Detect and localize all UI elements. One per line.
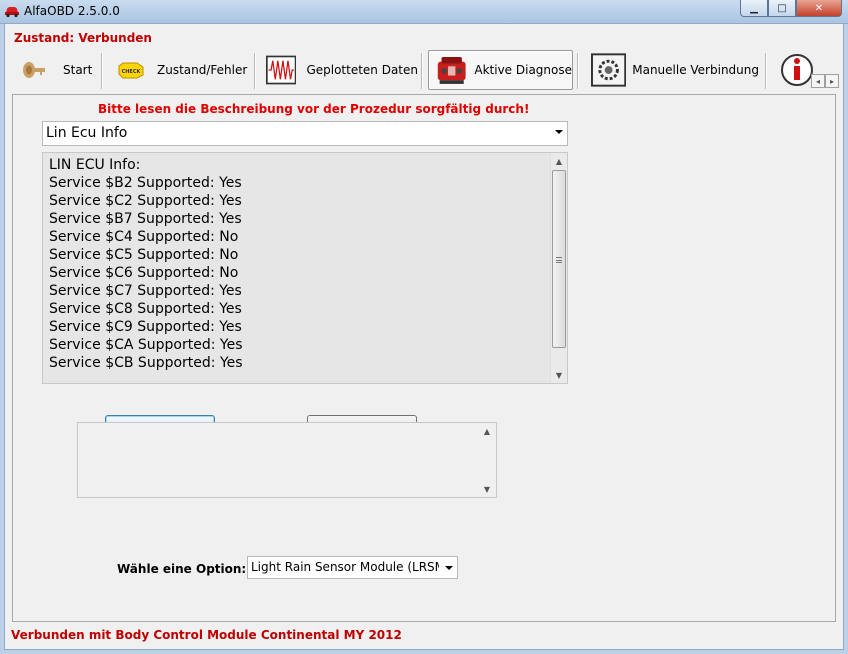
- ecu-info-line: Service $C8 Supported: Yes: [49, 301, 242, 317]
- tab-manuelle-verbindung[interactable]: Manuelle Verbindung: [591, 50, 759, 90]
- car-icon: [5, 7, 19, 18]
- engine-icon: [437, 57, 466, 84]
- ecu-info-line: Service $B7 Supported: Yes: [49, 211, 242, 227]
- connection-status: Zustand: Verbunden: [14, 31, 152, 45]
- tab-start[interactable]: Start: [21, 50, 101, 90]
- tab-zustand-fehler-label: Zustand/Fehler: [157, 63, 248, 77]
- procedure-select[interactable]: Lin Ecu Info: [42, 121, 568, 146]
- scrollbar-thumb[interactable]: [552, 170, 566, 348]
- scroll-down-icon[interactable]: ▼: [479, 481, 495, 497]
- scroll-up-icon[interactable]: ▲: [551, 153, 567, 169]
- ecu-info-output[interactable]: LIN ECU Info: Service $B2 Supported: Yes S…: [42, 152, 568, 384]
- check-badge-text: CHECK: [122, 69, 142, 75]
- ecu-info-line: Service $C5 Supported: No: [49, 247, 239, 263]
- option-label: Wähle eine Option:: [117, 562, 247, 576]
- ecu-info-line: Service $B2 Supported: Yes: [49, 175, 242, 191]
- log-scrollbar[interactable]: ▲ ▼: [479, 423, 496, 497]
- ecu-info-line: LIN ECU Info:: [49, 157, 141, 173]
- procedure-warning: Bitte lesen die Beschreibung vor der Pro…: [98, 102, 530, 116]
- app-client: Zustand: Verbunden Start CHECK Zustand/F…: [4, 24, 844, 650]
- maximize-icon: □: [777, 2, 787, 14]
- option-select-value: Light Rain Sensor Module (LRSM): [251, 560, 439, 574]
- toolbar-scroll-right-button[interactable]: ▸: [825, 74, 839, 88]
- key-icon: [23, 62, 45, 78]
- close-icon: ✕: [814, 2, 824, 14]
- ecu-info-line: Service $C4 Supported: No: [49, 229, 239, 245]
- connected-module-status: Verbunden mit Body Control Module Contin…: [11, 628, 402, 642]
- ecu-info-line: Service $C9 Supported: Yes: [49, 319, 242, 335]
- tab-manuelle-verbindung-label: Manuelle Verbindung: [632, 63, 759, 77]
- gear-icon: [591, 53, 627, 87]
- chevron-down-icon: [555, 130, 563, 134]
- ecu-info-scrollbar[interactable]: ▲ ▼: [550, 153, 567, 383]
- toolbar: Start CHECK Zustand/Fehler Geplotteten D…: [5, 50, 821, 90]
- minimize-button[interactable]: ▁: [740, 0, 768, 17]
- ecu-info-line: Service $C7 Supported: Yes: [49, 283, 242, 299]
- tab-geplotteten-daten[interactable]: Geplotteten Daten: [266, 50, 418, 90]
- tab-info[interactable]: [777, 50, 813, 90]
- ecu-info-line: Service $CB Supported: Yes: [49, 355, 243, 371]
- procedure-select-value: Lin Ecu Info: [46, 125, 128, 141]
- tab-geplotteten-daten-label: Geplotteten Daten: [306, 63, 418, 77]
- procedure-log-output[interactable]: ▲ ▼: [77, 422, 497, 498]
- toolbar-scroll-left-button[interactable]: ◂: [811, 74, 825, 88]
- chevron-left-icon: ◂: [815, 76, 820, 86]
- tab-aktive-diagnose-label: Aktive Diagnose: [474, 63, 572, 77]
- maximize-button[interactable]: □: [768, 0, 796, 17]
- ecu-info-line: Service $CA Supported: Yes: [49, 337, 243, 353]
- minimize-icon: ▁: [750, 2, 758, 14]
- ecu-info-line: Service $C6 Supported: No: [49, 265, 239, 281]
- waveform-icon: [266, 55, 297, 85]
- chevron-down-icon: [445, 566, 453, 570]
- info-icon: [781, 54, 813, 86]
- tab-zustand-fehler[interactable]: CHECK Zustand/Fehler: [117, 50, 253, 90]
- tab-aktive-diagnose[interactable]: Aktive Diagnose: [428, 50, 573, 90]
- title-bar[interactable]: AlfaOBD 2.5.0.0 ▁ □ ✕: [0, 0, 848, 24]
- chevron-right-icon: ▸: [829, 76, 834, 86]
- tab-start-label: Start: [63, 63, 93, 77]
- scroll-up-icon[interactable]: ▲: [479, 423, 495, 439]
- ecu-info-text: LIN ECU Info: Service $B2 Supported: Yes S…: [49, 156, 243, 372]
- window-title: AlfaOBD 2.5.0.0: [24, 4, 120, 18]
- ecu-info-line: Service $C2 Supported: Yes: [49, 193, 242, 209]
- option-select[interactable]: Light Rain Sensor Module (LRSM): [247, 556, 458, 579]
- check-engine-icon: CHECK: [118, 62, 144, 79]
- active-diagnosis-panel: Bitte lesen die Beschreibung vor der Pro…: [12, 94, 836, 622]
- close-button[interactable]: ✕: [796, 0, 842, 17]
- scroll-down-icon[interactable]: ▼: [551, 367, 567, 383]
